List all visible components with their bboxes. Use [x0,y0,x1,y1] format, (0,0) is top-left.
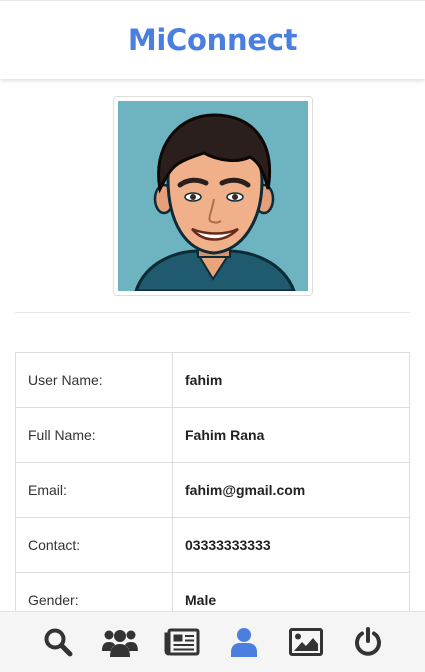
section-divider [15,312,410,313]
profile-row-username: User Name: fahim [15,352,410,408]
bottom-navigation [0,611,425,672]
row-label: User Name: [15,352,173,408]
user-icon [230,628,257,657]
nav-profile-button[interactable] [213,612,275,672]
users-icon [101,630,138,657]
row-label: Contact: [15,517,173,573]
nav-logout-button[interactable] [337,612,399,672]
app-title: MiConnect [127,23,298,57]
avatar-cartoon-portrait [118,101,308,291]
app-header: MiConnect [0,0,425,79]
row-value: Fahim Rana [172,407,410,463]
row-label: Full Name: [15,407,173,463]
nav-search-button[interactable] [27,612,89,672]
nav-gallery-button[interactable] [275,612,337,672]
app-screen: MiConnect User Name: fahim Full Name: Fa… [0,0,425,672]
profile-row-email: Email: fahim@gmail.com [15,462,410,518]
nav-newsfeed-button[interactable] [151,612,213,672]
row-value: fahim@gmail.com [172,462,410,518]
profile-avatar [113,96,313,296]
row-value: 03333333333 [172,517,410,573]
profile-info-table: User Name: fahim Full Name: Fahim Rana E… [15,352,410,628]
row-value: fahim [172,352,410,408]
profile-row-fullname: Full Name: Fahim Rana [15,407,410,463]
power-icon [354,627,381,656]
newspaper-icon [164,628,199,656]
profile-row-contact: Contact: 03333333333 [15,517,410,573]
search-icon [44,628,72,657]
row-label: Email: [15,462,173,518]
image-icon [288,628,323,656]
nav-friends-button[interactable] [89,612,151,672]
